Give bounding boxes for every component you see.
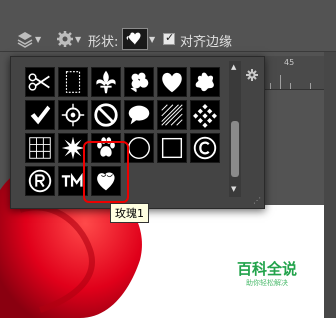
blank-card-shape[interactable] [58,67,88,97]
copyright-shape[interactable] [190,133,220,163]
watermark-logo: 百科全说 助你轻松解决 [232,260,302,296]
resize-grip-icon[interactable]: ⋰ [253,196,261,205]
shape-picker-scrollbar[interactable]: ▲ ▼ [229,61,241,197]
right-panel-strip [324,52,336,318]
ruler-number: 45 [284,58,295,67]
registered-shape[interactable] [25,166,55,196]
shape-picker-panel: ▲ ▼ ⋰ [10,56,265,209]
scroll-down-arrow-icon[interactable]: ▼ [231,185,236,193]
scroll-up-arrow-icon[interactable]: ▲ [231,63,236,71]
chevron-down-icon[interactable]: ▼ [35,35,41,44]
grid-shape[interactable] [25,133,55,163]
scrollbar-thumb[interactable] [231,121,239,177]
chevron-down-icon[interactable]: ▼ [75,35,81,44]
fleur-de-lis-shape[interactable] [91,67,121,97]
checkmark-shape[interactable] [25,100,55,130]
align-edges-label: 对齐边缘 [180,35,233,50]
shape-tooltip: 玫瑰1 [110,203,149,223]
chevron-down-icon[interactable]: ▼ [149,35,155,44]
checkerboard-shape[interactable] [190,100,220,130]
stack-layers-icon[interactable] [14,30,36,48]
shape-preview-button[interactable] [122,28,148,50]
watermark-sub-text: 助你轻松解决 [246,279,288,287]
splat-shape[interactable] [190,67,220,97]
options-bar: ▼ ▼ 形状: ▼ ✓ 对齐边缘 [0,0,336,52]
flower-bunch-shape[interactable] [124,67,154,97]
crosshair-shape[interactable] [58,100,88,130]
shape-label: 形状: [88,35,119,50]
scissors-shape[interactable] [25,67,55,97]
rose-heart-icon [126,32,141,45]
speech-bubble-shape[interactable] [124,100,154,130]
diagonal-lines-shape[interactable] [157,100,187,130]
watermark-main-text: 百科全说 [236,260,297,278]
heart-shape[interactable] [157,67,187,97]
selection-highlight-ring [83,141,129,203]
gear-icon[interactable] [54,30,76,48]
no-symbol-shape[interactable] [91,100,121,130]
gear-icon[interactable] [245,67,259,81]
align-edges-checkbox[interactable]: ✓ [163,31,175,45]
square-frame-shape[interactable] [157,133,187,163]
